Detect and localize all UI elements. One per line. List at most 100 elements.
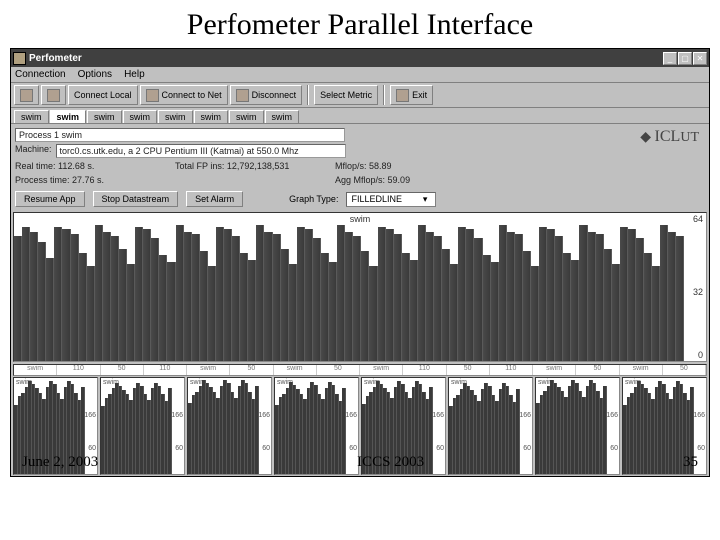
mini-chart: swim16660 [622,377,707,475]
mini-bar [516,389,520,474]
mini-axis-tick: 50 [447,365,490,375]
chart-bar [402,253,410,361]
connect-net-button[interactable]: Connect to Net [140,85,228,105]
mflops-label: Mflop/s: [335,161,367,171]
tab-swim-7[interactable]: swim [265,110,300,123]
mini-chart-y2: 60 [610,445,618,452]
mini-axis-tick: 50 [101,365,144,375]
chart-bar [216,227,224,361]
chart-bar [62,229,70,361]
tab-swim-1[interactable]: swim [50,110,87,123]
mini-chart-y1: 166 [171,412,183,419]
tab-swim-2[interactable]: swim [87,110,122,123]
chart-bar [466,229,474,361]
chart-bar [660,225,668,361]
chart-bar [337,225,345,361]
chart-bar [563,253,571,361]
close-button[interactable]: ✕ [693,52,707,65]
proc-time-value: 27.76 s. [72,175,104,185]
resume-app-button[interactable]: Resume App [15,191,85,207]
main-chart-ymax: 64 [693,214,703,224]
chart-bar [167,262,175,361]
mini-chart-y1: 166 [606,412,618,419]
select-metric-label: Select Metric [320,90,372,100]
connect-local-button[interactable] [14,85,39,105]
select-metric-button[interactable]: Select Metric [314,85,378,105]
chart-bar [103,232,111,361]
mini-axis-tick: 50 [230,365,273,375]
mini-chart: swim16660 [13,377,98,475]
total-fp-label: Total FP ins: [175,161,224,171]
tab-swim-6[interactable]: swim [229,110,264,123]
mini-chart: swim16660 [361,377,446,475]
mini-axis-tick: 110 [57,365,100,375]
mini-axis-tick: swim [533,365,576,375]
chart-bar [240,253,248,361]
chart-bar [22,227,30,361]
exit-button[interactable]: Exit [390,85,433,105]
mini-chart-y2: 60 [175,445,183,452]
exit-label: Exit [412,90,427,100]
graph-type-select[interactable]: FILLEDLINE ▾ [346,192,436,207]
chart-bar [588,232,596,361]
mini-bar [168,388,172,474]
chart-bar [378,227,386,361]
mini-chart-y2: 60 [436,445,444,452]
chart-bar [636,238,644,361]
machine-label: Machine: [15,144,52,158]
chart-bar [515,234,523,361]
chart-bar [224,229,232,361]
mini-chart: swim16660 [535,377,620,475]
chart-bar [676,236,684,361]
mini-bar [603,386,607,474]
mini-axis-tick: 110 [403,365,446,375]
chart-bar [208,266,216,361]
chart-bar [305,229,313,361]
agg-mflops-value: 59.09 [388,175,411,185]
tab-swim-3[interactable]: swim [123,110,158,123]
stop-datastream-button[interactable]: Stop Datastream [93,191,179,207]
disconnect-button[interactable]: Disconnect [230,85,303,105]
mini-chart-bars [449,378,520,474]
chevron-down-icon: ▾ [423,194,428,205]
mini-axis-strip: swim11050110swim50swim50swim11050110swim… [13,364,707,376]
refresh-button[interactable] [41,85,66,105]
menu-help[interactable]: Help [124,69,145,80]
chart-bar [644,253,652,361]
chart-bar [232,236,240,361]
chart-bar [450,264,458,361]
connect-local-button-labeled[interactable]: Connect Local [68,85,138,105]
chart-bar [539,227,547,361]
mini-chart-grid: swim16660swim16660swim16660swim16660swim… [13,377,707,475]
chart-bar [30,232,38,361]
chart-bar [14,236,22,361]
mini-bar [255,386,259,474]
connect-net-label: Connect to Net [162,90,222,100]
chart-bar [474,238,482,361]
chart-bar [410,260,418,361]
tab-swim-4[interactable]: swim [158,110,193,123]
chart-bar [297,227,305,361]
unplug-icon [236,89,249,102]
mini-axis-tick: 50 [576,365,619,375]
connect-local-label: Connect Local [74,90,132,100]
chart-bar [604,249,612,361]
mini-chart-bars [536,378,607,474]
maximize-button[interactable]: ▢ [678,52,692,65]
mini-axis-tick: swim [187,365,230,375]
menu-connection[interactable]: Connection [15,69,66,80]
set-alarm-button[interactable]: Set Alarm [186,191,243,207]
main-chart-bars [14,223,684,361]
chart-bar [628,229,636,361]
menu-options[interactable]: Options [78,69,112,80]
main-chart-ymin: 0 [698,350,703,360]
minimize-button[interactable]: _ [663,52,677,65]
mini-chart-y2: 60 [349,445,357,452]
total-fp-value: 12,792,138,531 [227,161,290,171]
chart-bar [248,260,256,361]
mini-bar [690,387,694,474]
chart-bar [612,264,620,361]
tab-swim-5[interactable]: swim [194,110,229,123]
chart-bar [95,225,103,361]
tab-swim-0[interactable]: swim [14,110,49,123]
